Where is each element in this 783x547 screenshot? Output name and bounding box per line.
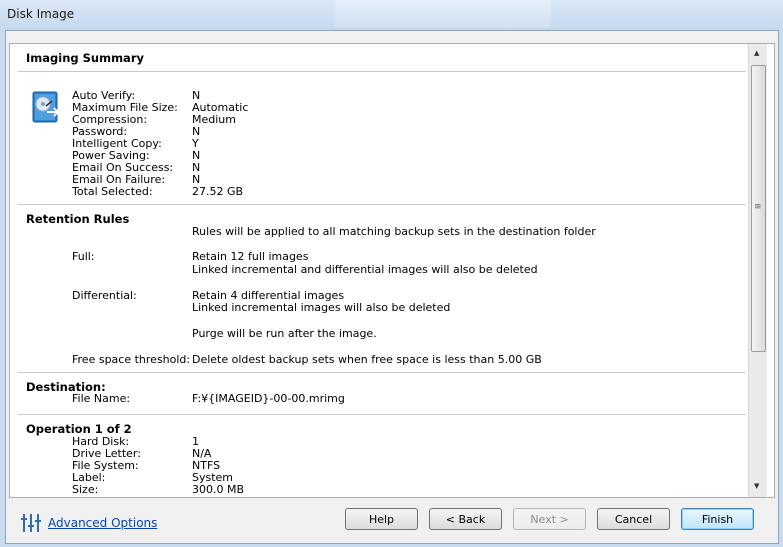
hard-disk-icon (32, 91, 60, 123)
retention-intro: Rules will be applied to all matching ba… (192, 225, 596, 238)
scroll-up-arrow-icon[interactable]: ▲ (754, 49, 759, 57)
advanced-options-link[interactable]: Advanced Options (48, 516, 157, 530)
cancel-button[interactable]: Cancel (597, 508, 670, 530)
scrollbar-thumb[interactable]: ≡ (751, 65, 766, 352)
grip-icon: ≡ (754, 202, 762, 212)
help-button[interactable]: Help (345, 508, 418, 530)
back-button[interactable]: < Back (429, 508, 502, 530)
differential-label: Differential: (72, 289, 137, 302)
button-bar: Advanced Options Help < Back Next > Canc… (6, 499, 778, 543)
window-title: Disk Image (7, 7, 75, 21)
imaging-summary-heading: Imaging Summary (26, 51, 144, 65)
vertical-scrollbar[interactable]: ▲ ≡ ▼ (748, 44, 767, 497)
file-name-value: F:¥{IMAGEID}-00-00.mrimg (192, 392, 345, 405)
operation-heading: Operation 1 of 2 (26, 422, 132, 436)
full-retain-text: Retain 12 full images (192, 250, 309, 263)
size-label: Size: (72, 483, 99, 496)
retention-rules-heading: Retention Rules (26, 212, 130, 226)
full-label: Full: (72, 250, 95, 263)
title-bar: Disk Image (0, 0, 783, 30)
summary-panel: Imaging Summary Auto Verify: N Maximum F… (9, 43, 775, 498)
divider (18, 414, 746, 415)
free-space-threshold-value: Delete oldest backup sets when free spac… (192, 353, 542, 366)
total-selected-label: Total Selected: (72, 185, 153, 198)
purge-text: Purge will be run after the image. (192, 327, 377, 340)
title-bar-highlight (335, 0, 550, 28)
file-name-label: File Name: (72, 392, 131, 405)
total-selected-value: 27.52 GB (192, 185, 244, 198)
next-button[interactable]: Next > (513, 508, 586, 530)
full-linked-text: Linked incremental and differential imag… (192, 263, 538, 276)
scroll-down-arrow-icon[interactable]: ▼ (754, 482, 759, 490)
sliders-icon[interactable] (20, 512, 42, 534)
divider (18, 372, 746, 373)
differential-linked-text: Linked incremental images will also be d… (192, 301, 451, 314)
dialog-window: Imaging Summary Auto Verify: N Maximum F… (5, 30, 779, 544)
divider (18, 71, 746, 72)
size-value: 300.0 MB (192, 483, 245, 496)
finish-button[interactable]: Finish (681, 508, 754, 530)
free-space-threshold-label: Free space threshold: (72, 353, 191, 366)
divider (18, 204, 746, 205)
